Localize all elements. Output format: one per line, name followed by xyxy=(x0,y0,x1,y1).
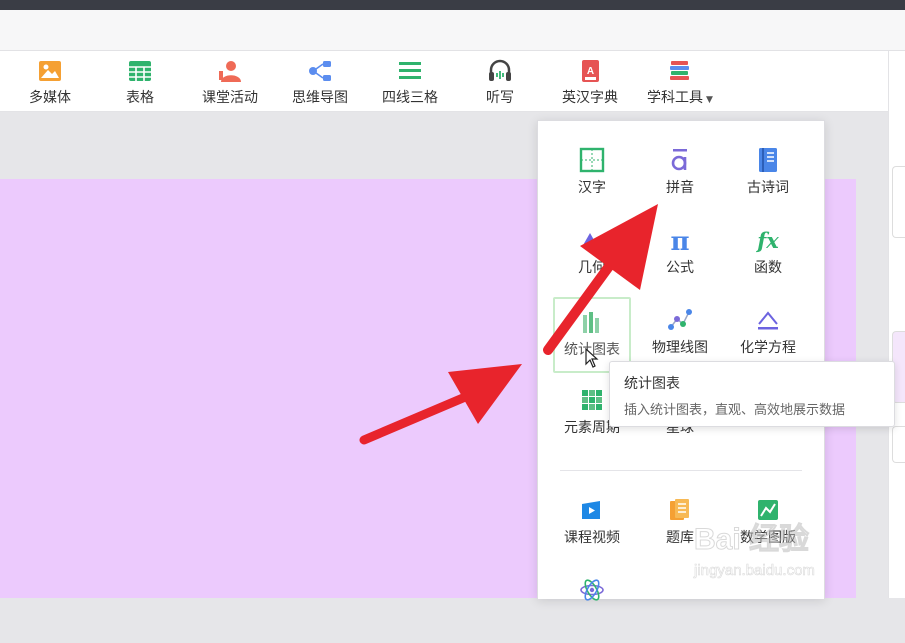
watermark-brand: Bai 经验 xyxy=(694,522,809,556)
baidu-jingyan-watermark: Bai 经验 jingyan.baidu.com xyxy=(693,522,816,580)
red-arrow-icon xyxy=(359,364,522,445)
red-arrow-icon xyxy=(543,204,658,355)
annotation-arrows xyxy=(359,204,658,445)
watermark-url: jingyan.baidu.com xyxy=(693,562,815,579)
